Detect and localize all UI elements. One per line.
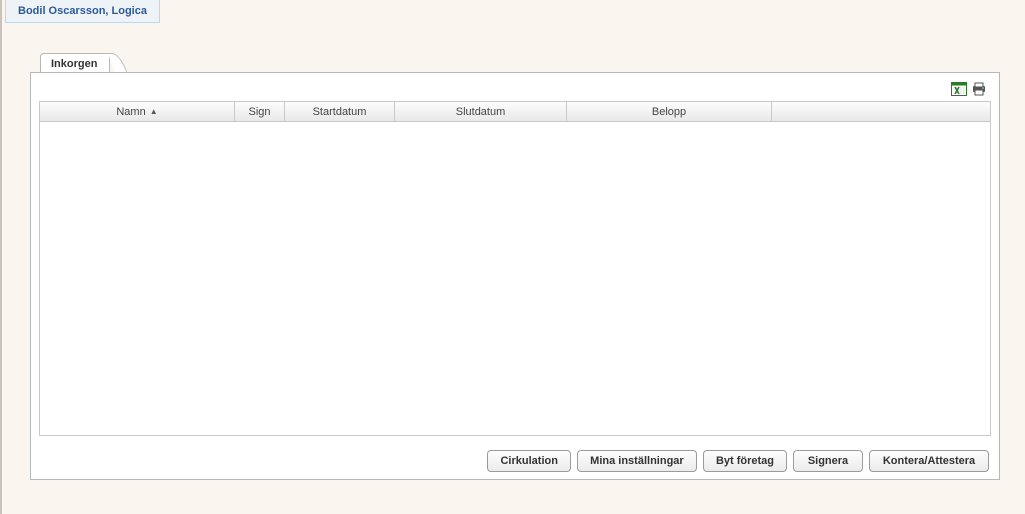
column-header-slutdatum[interactable]: Slutdatum [395,102,567,121]
sort-asc-icon: ▲ [150,107,158,116]
main-panel: Inkorgen [30,50,1000,480]
column-label: Namn [116,106,145,118]
column-label: Belopp [652,106,686,118]
cirkulation-button[interactable]: Cirkulation [487,450,570,472]
toolbar [39,81,991,101]
column-label: Startdatum [313,106,367,118]
signera-button[interactable]: Signera [793,450,863,472]
print-icon[interactable] [971,81,987,97]
column-header-extra [772,102,990,121]
tab-strip: Inkorgen [30,50,1000,72]
column-header-startdatum[interactable]: Startdatum [285,102,395,121]
column-header-sign[interactable]: Sign [235,102,285,121]
user-badge: Bodil Oscarsson, Logica [5,0,160,23]
data-grid: Namn ▲ Sign Startdatum Slutdatum Belopp [39,101,991,436]
column-header-belopp[interactable]: Belopp [567,102,772,121]
kontera-attestera-button[interactable]: Kontera/Attestera [869,450,989,472]
window-left-border [0,0,2,514]
byt-foretag-button[interactable]: Byt företag [703,450,787,472]
tab-inkorgen[interactable]: Inkorgen [40,53,110,73]
action-button-row: Cirkulation Mina inställningar Byt föret… [39,450,991,472]
mina-installningar-button[interactable]: Mina inställningar [577,450,697,472]
column-label: Slutdatum [456,106,506,118]
panel-body: Namn ▲ Sign Startdatum Slutdatum Belopp [30,72,1000,480]
excel-icon[interactable] [951,81,967,97]
column-label: Sign [248,106,270,118]
grid-header-row: Namn ▲ Sign Startdatum Slutdatum Belopp [40,102,990,122]
column-header-namn[interactable]: Namn ▲ [40,102,235,121]
